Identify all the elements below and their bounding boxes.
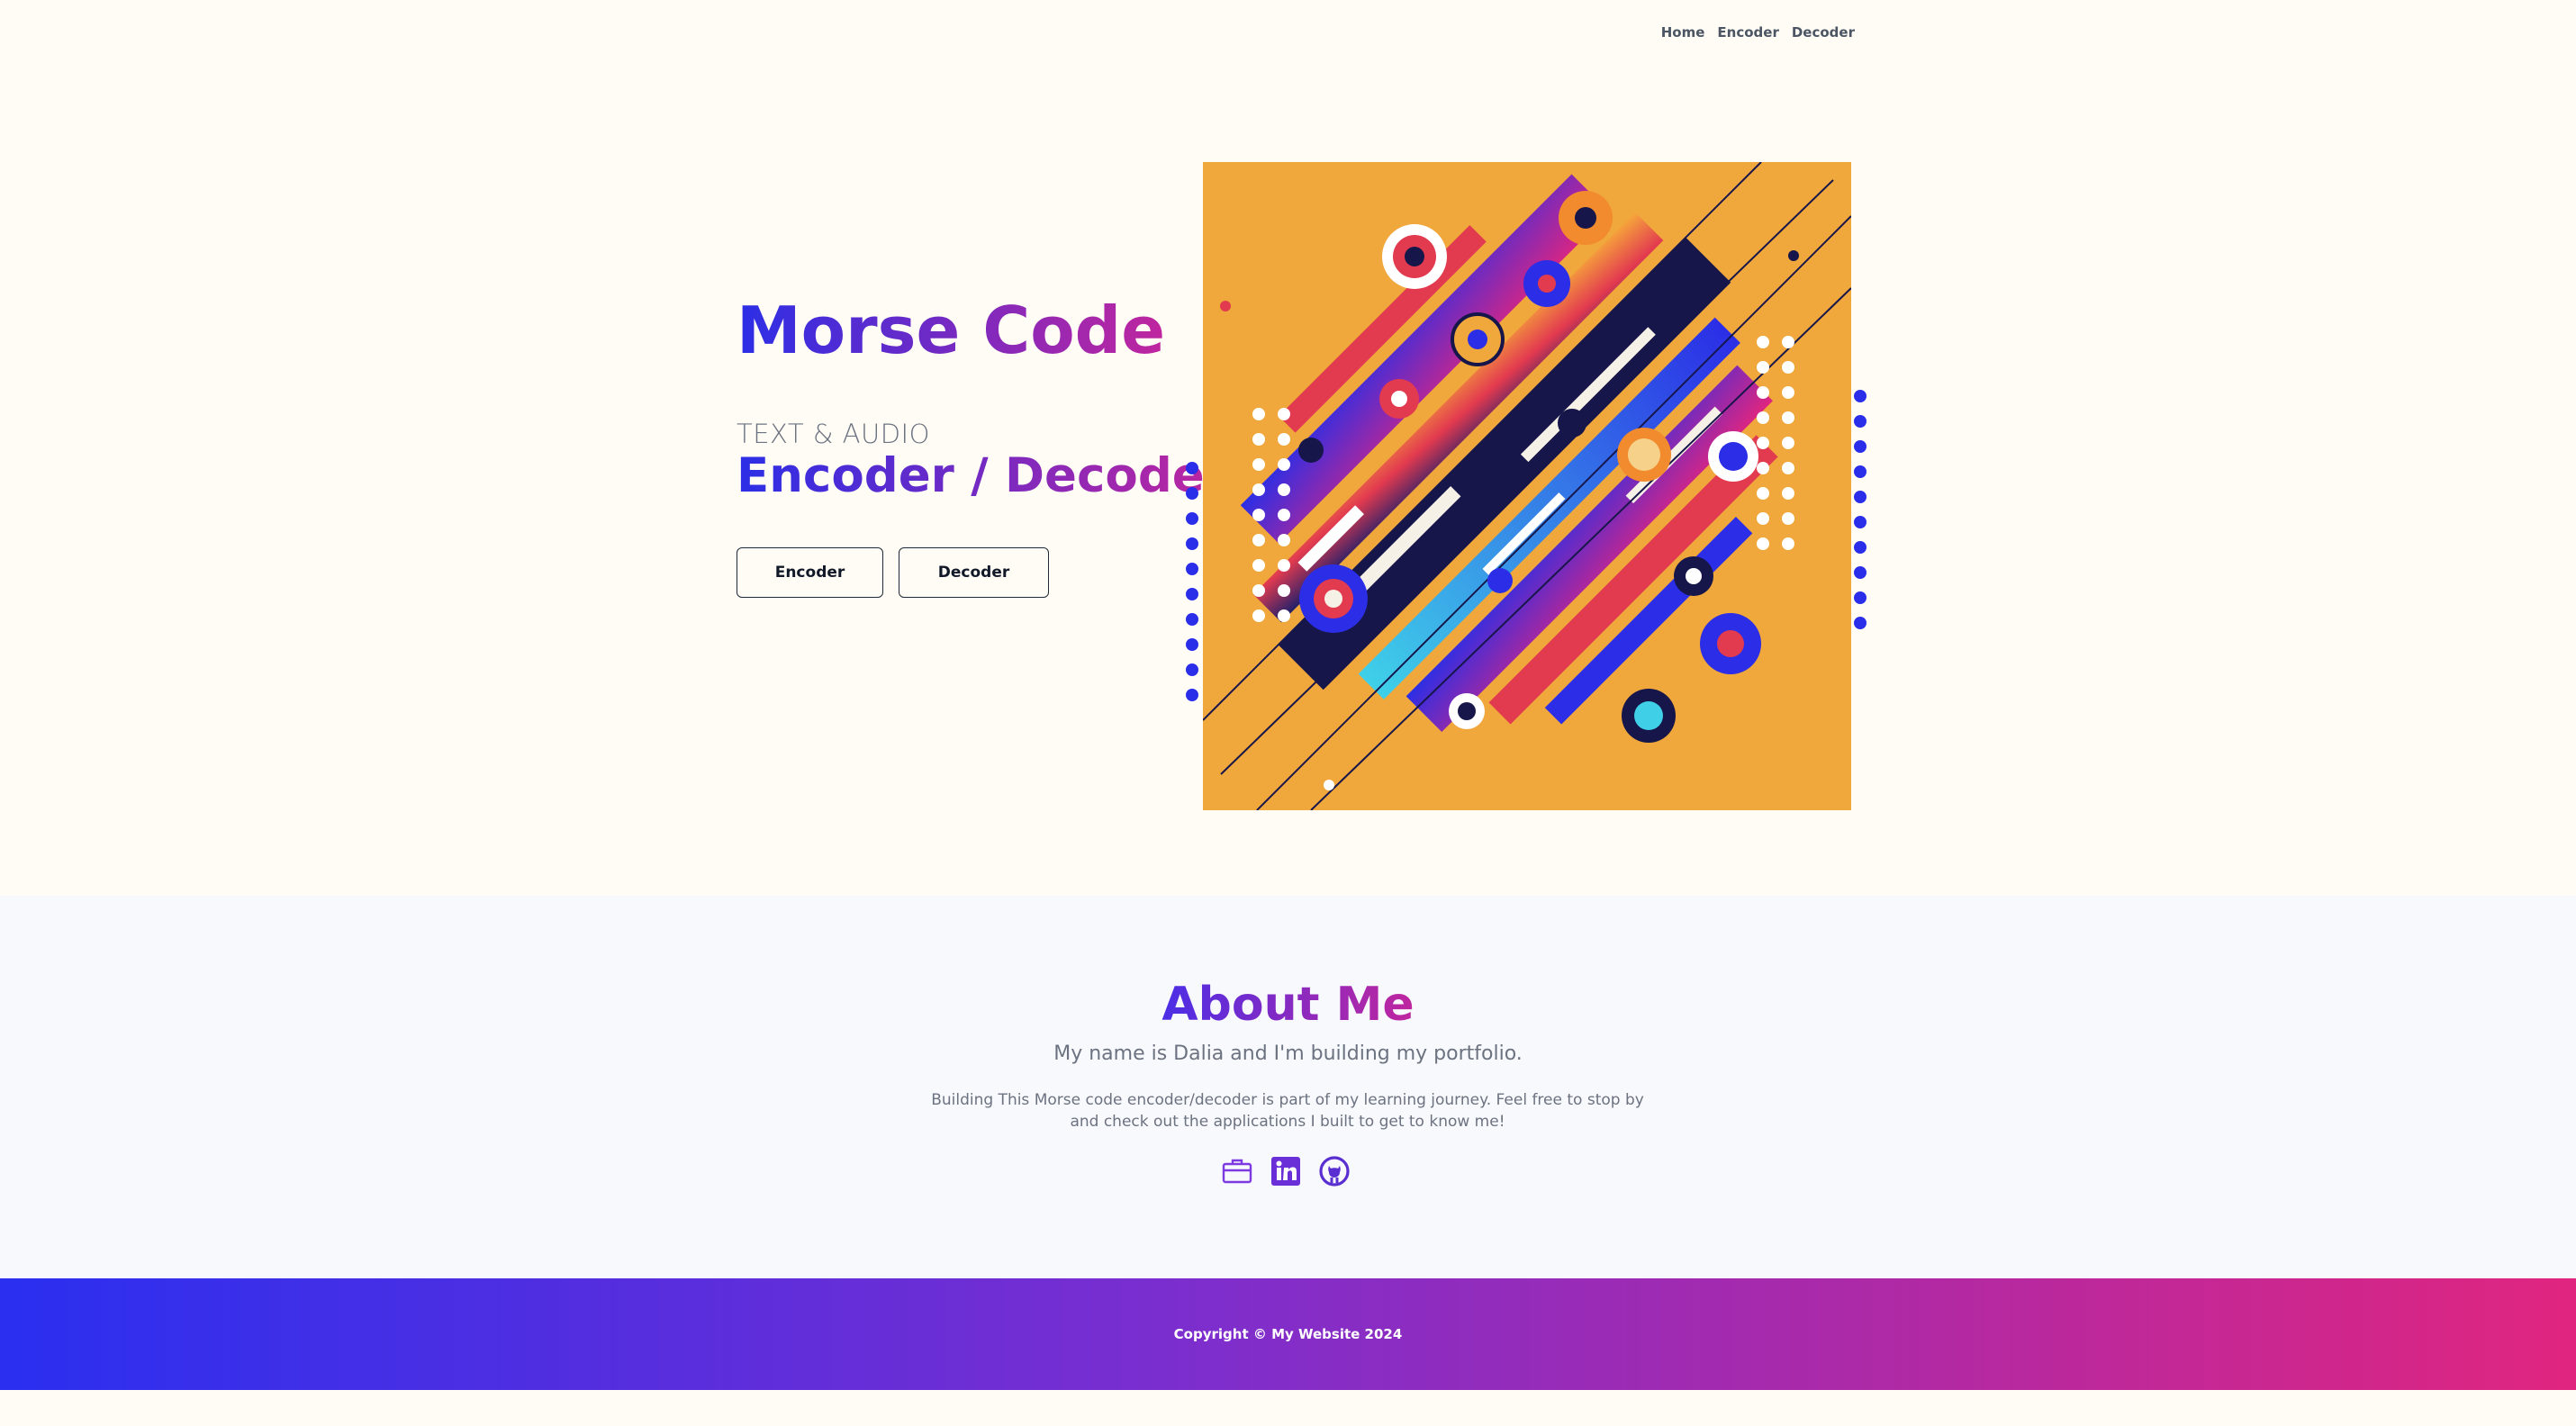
decoder-button[interactable]: Decoder [899,547,1049,598]
about-title: About Me [1161,978,1415,1032]
encoder-button[interactable]: Encoder [737,547,883,598]
hero-kicker: TEXT & AUDIO [737,419,930,449]
hero-artwork-image [1203,162,1851,810]
about-lead: My name is Dalia and I'm building my por… [1053,1042,1523,1065]
briefcase-icon[interactable] [1221,1155,1253,1187]
hero-section: Morse Code TEXT & AUDIO Encoder / Decode… [0,0,2576,896]
copyright-text: Copyright © My Website 2024 [1173,1326,1403,1342]
linkedin-icon[interactable] [1270,1155,1302,1187]
hero-subtitle: Encoder / Decoder [737,448,1228,503]
hero-title: Morse Code [737,293,1166,368]
page-bottom-strip [0,1390,2576,1426]
about-section [0,896,2576,1278]
about-body: Building This Morse code encoder/decoder… [931,1091,1644,1131]
social-links [1221,1153,1356,1189]
site-footer: Copyright © My Website 2024 [0,1278,2576,1390]
github-icon[interactable] [1318,1155,1351,1187]
